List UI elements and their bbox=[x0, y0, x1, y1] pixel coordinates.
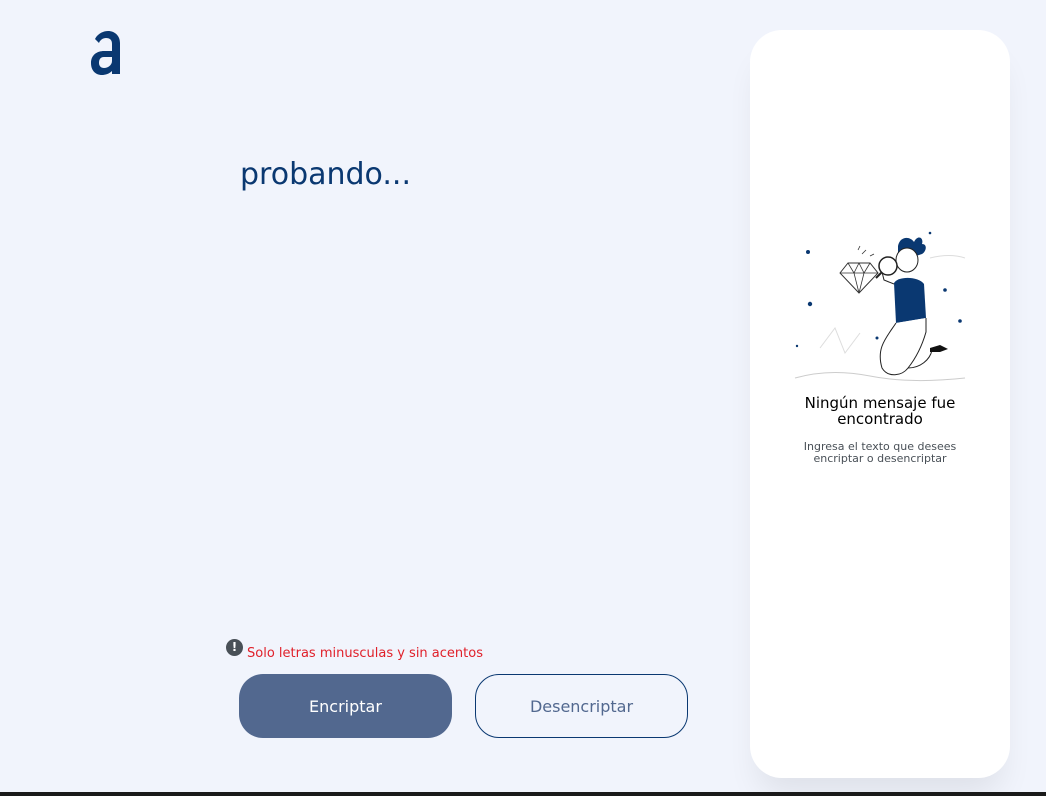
input-warning: ! Solo letras minusculas y sin acentos bbox=[226, 638, 483, 661]
encrypt-button[interactable]: Encriptar bbox=[239, 674, 452, 738]
bottom-edge bbox=[0, 792, 1046, 796]
empty-state-title: Ningún mensaje fue encontrado bbox=[804, 394, 956, 428]
logo-icon bbox=[91, 31, 120, 75]
logo bbox=[90, 30, 122, 78]
exclamation-icon: ! bbox=[226, 638, 243, 656]
output-panel: Ningún mensaje fue encontrado Ingresa el… bbox=[750, 30, 1010, 778]
empty-state-subtitle: Ingresa el texto que desees encriptar o … bbox=[803, 440, 957, 465]
warning-text: Solo letras minusculas y sin acentos bbox=[247, 645, 483, 661]
person-with-magnifier-illustration bbox=[790, 228, 975, 393]
decrypt-button[interactable]: Desencriptar bbox=[475, 674, 688, 738]
message-input[interactable]: probando... bbox=[240, 155, 710, 615]
